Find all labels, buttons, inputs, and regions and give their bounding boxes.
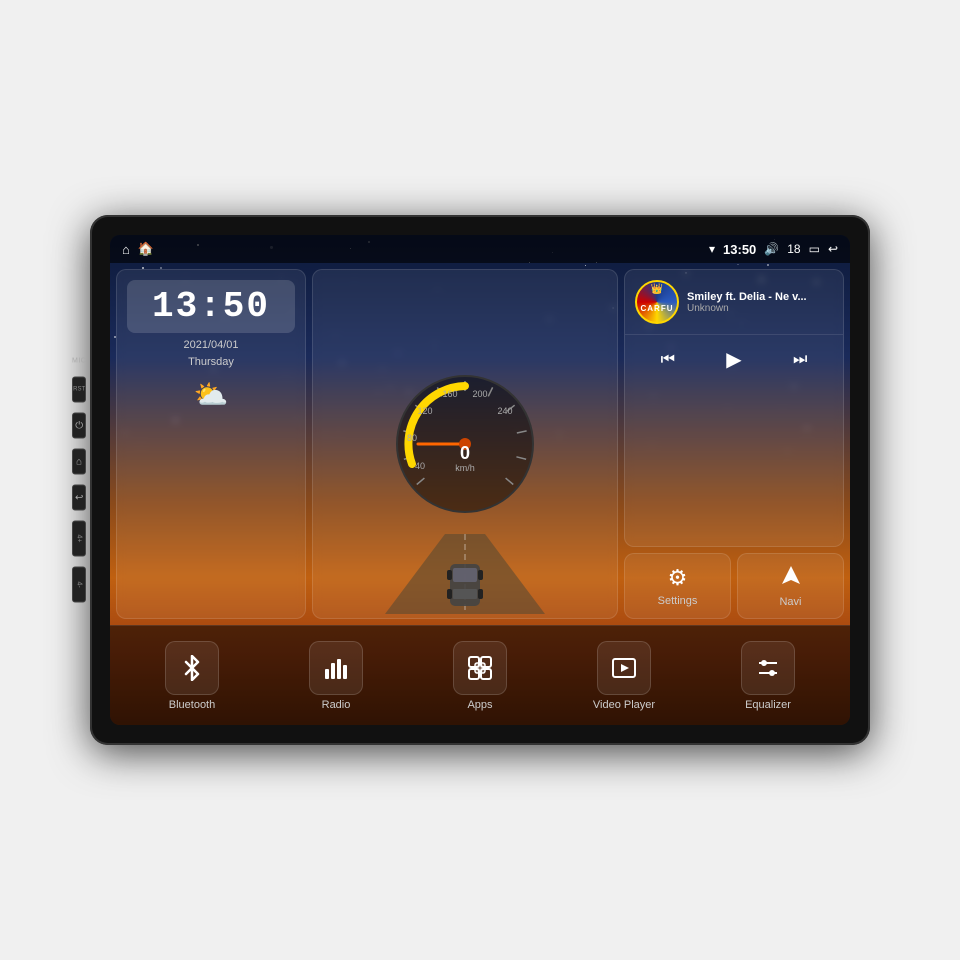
road-container bbox=[313, 427, 617, 618]
rst-button[interactable]: RST bbox=[72, 377, 86, 403]
power-button[interactable]: ⏻ bbox=[72, 413, 86, 439]
clock-display: 13:50 bbox=[127, 280, 295, 333]
music-widget: 👑 CARFU Smiley ft. Delia - Ne v... Unkno… bbox=[624, 269, 844, 547]
equalizer-label: Equalizer bbox=[745, 699, 791, 711]
home-side-icon: ⌂ bbox=[76, 456, 82, 467]
settings-button[interactable]: ⚙ Settings bbox=[624, 553, 731, 619]
bottom-bar: Bluetooth Radio bbox=[110, 625, 850, 725]
svg-text:200: 200 bbox=[472, 389, 487, 399]
navi-button[interactable]: Navi bbox=[737, 553, 844, 619]
apps-button[interactable]: Apps bbox=[408, 641, 552, 711]
music-controls: ⏮ ▶ ⏭ bbox=[625, 335, 843, 384]
clock-date-line2: Thursday bbox=[183, 354, 238, 371]
vol-up-button[interactable]: 4+ bbox=[72, 521, 86, 557]
music-logo-text: CARFU bbox=[641, 304, 674, 313]
radio-icon-wrap bbox=[309, 641, 363, 695]
top-widgets: 13:50 2021/04/01 Thursday ⛅ bbox=[110, 263, 850, 625]
mic-label: MIC bbox=[72, 358, 86, 365]
status-bar: ⌂ 🏠 ▾ 13:50 🔊 18 ▭ ↩ bbox=[110, 235, 850, 263]
radio-icon bbox=[323, 655, 349, 681]
clock-date-line1: 2021/04/01 bbox=[183, 337, 238, 354]
window-icon: ▭ bbox=[809, 242, 820, 256]
right-column: 👑 CARFU Smiley ft. Delia - Ne v... Unkno… bbox=[624, 269, 844, 619]
speedometer-widget: 40 80 120 160 200 240 0 km/h bbox=[312, 269, 618, 619]
status-left: ⌂ 🏠 bbox=[122, 241, 154, 257]
bluetooth-icon-wrap bbox=[165, 641, 219, 695]
settings-navi-row: ⚙ Settings Navi bbox=[624, 553, 844, 619]
bluetooth-button[interactable]: Bluetooth bbox=[120, 641, 264, 711]
bluetooth-icon bbox=[179, 655, 205, 681]
equalizer-icon bbox=[755, 655, 781, 681]
equalizer-button[interactable]: Equalizer bbox=[696, 641, 840, 711]
clock-date: 2021/04/01 Thursday bbox=[183, 337, 238, 370]
music-logo: 👑 CARFU bbox=[635, 280, 679, 324]
music-info: Smiley ft. Delia - Ne v... Unknown bbox=[687, 291, 833, 314]
video-player-button[interactable]: Video Player bbox=[552, 641, 696, 711]
radio-button[interactable]: Radio bbox=[264, 641, 408, 711]
equalizer-icon-wrap bbox=[741, 641, 795, 695]
vol-down-button[interactable]: 4- bbox=[72, 567, 86, 603]
apps-icon bbox=[467, 655, 493, 681]
main-content: 13:50 2021/04/01 Thursday ⛅ bbox=[110, 263, 850, 725]
vol-down-label: 4- bbox=[76, 581, 83, 587]
power-icon: ⏻ bbox=[75, 420, 83, 431]
volume-level: 18 bbox=[787, 242, 800, 256]
play-button[interactable]: ▶ bbox=[722, 343, 745, 376]
navi-icon bbox=[780, 564, 802, 592]
bluetooth-label: Bluetooth bbox=[169, 699, 215, 711]
screen: ⌂ 🏠 ▾ 13:50 🔊 18 ▭ ↩ 13:50 bbox=[110, 235, 850, 725]
radio-label: Radio bbox=[322, 699, 351, 711]
back-side-button[interactable]: ↩ bbox=[72, 485, 86, 511]
vol-up-label: 4+ bbox=[76, 535, 83, 543]
weather-icon: ⛅ bbox=[194, 378, 229, 411]
road-svg bbox=[365, 534, 565, 614]
home-side-button[interactable]: ⌂ bbox=[72, 449, 86, 475]
clock-widget: 13:50 2021/04/01 Thursday ⛅ bbox=[116, 269, 306, 619]
back-side-icon: ↩ bbox=[75, 492, 83, 503]
status-time: 13:50 bbox=[723, 242, 756, 257]
side-buttons: MIC RST ⏻ ⌂ ↩ 4+ 4- bbox=[72, 358, 86, 603]
music-title: Smiley ft. Delia - Ne v... bbox=[687, 291, 833, 303]
rst-label: RST bbox=[73, 387, 85, 393]
video-player-icon bbox=[611, 655, 637, 681]
apps-icon-wrap bbox=[453, 641, 507, 695]
video-player-label: Video Player bbox=[593, 699, 655, 711]
svg-text:120: 120 bbox=[417, 406, 432, 416]
apps-label: Apps bbox=[467, 699, 492, 711]
house-filled-icon[interactable]: 🏠 bbox=[138, 241, 154, 257]
wifi-icon: ▾ bbox=[709, 242, 715, 256]
music-top: 👑 CARFU Smiley ft. Delia - Ne v... Unkno… bbox=[625, 270, 843, 335]
home-icon[interactable]: ⌂ bbox=[122, 242, 130, 257]
prev-button[interactable]: ⏮ bbox=[657, 347, 679, 373]
svg-text:160: 160 bbox=[442, 389, 457, 399]
back-icon[interactable]: ↩ bbox=[828, 242, 838, 256]
video-player-icon-wrap bbox=[597, 641, 651, 695]
crown-icon: 👑 bbox=[651, 284, 663, 295]
next-button[interactable]: ⏭ bbox=[789, 347, 811, 373]
music-artist: Unknown bbox=[687, 303, 833, 314]
svg-text:240: 240 bbox=[497, 406, 512, 416]
status-right: ▾ 13:50 🔊 18 ▭ ↩ bbox=[709, 242, 838, 257]
settings-icon: ⚙ bbox=[668, 565, 688, 591]
settings-label: Settings bbox=[658, 595, 698, 607]
volume-icon: 🔊 bbox=[764, 242, 779, 256]
navi-label: Navi bbox=[779, 596, 801, 608]
device: MIC RST ⏻ ⌂ ↩ 4+ 4- ⌂ 🏠 bbox=[90, 215, 870, 745]
clock-time: 13:50 bbox=[141, 286, 281, 327]
